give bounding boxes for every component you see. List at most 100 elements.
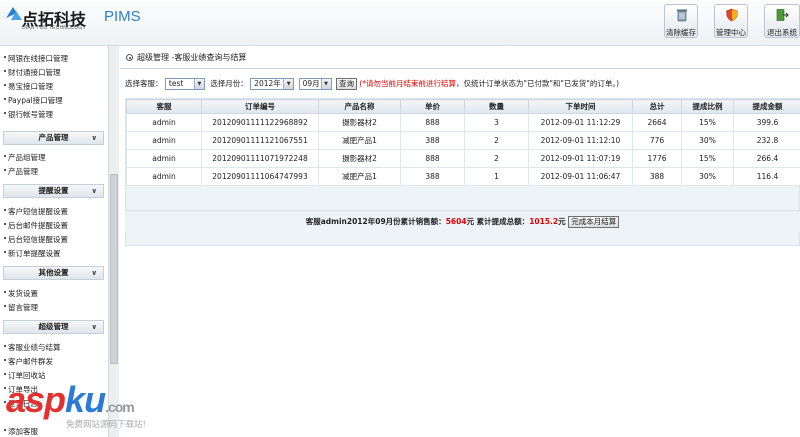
year-select[interactable]: 2012年 ▼ — [250, 78, 295, 90]
cell-rate: 15% — [681, 113, 734, 132]
page-title: 超级管理 -客服业绩查询与结算 — [126, 50, 800, 66]
cell-price: 888 — [400, 113, 465, 132]
total-sales-value: 5604 — [445, 217, 467, 226]
sidebar-scrollbar[interactable] — [108, 46, 119, 437]
col-product: 产品名称 — [318, 99, 401, 114]
cell-order-no: 20120901111121067551 — [201, 131, 319, 150]
orders-table: 客服 订单编号 产品名称 单价 数量 下单时间 总计 提成比例 提成金额 adm… — [126, 99, 800, 186]
logout-button[interactable]: 退出系统 — [764, 4, 800, 38]
sidebar-item-admin-email[interactable]: 后台邮件提醒设置 — [4, 220, 68, 231]
sidebar-item-mass-email[interactable]: 客户邮件群发 — [4, 356, 53, 367]
divider — [120, 68, 800, 69]
table-row: admin 20120901111064747993 减肥产品1 388 1 2… — [126, 167, 800, 186]
cell-product: 摄影器材2 — [318, 149, 401, 168]
summary-prefix: 客服admin2012年09月份累计销售额： — [305, 217, 446, 226]
cell-commission: 266.4 — [733, 149, 800, 168]
sidebar-section-title: 其他设置 — [38, 268, 69, 277]
col-price: 单价 — [400, 99, 465, 114]
table-header-row: 客服 订单编号 产品名称 单价 数量 下单时间 总计 提成比例 提成金额 — [126, 99, 800, 114]
sidebar-section-other[interactable]: 其他设置 ∨ — [3, 266, 104, 280]
cell-total: 388 — [632, 167, 682, 186]
exit-icon — [776, 9, 789, 21]
filter-bar: 选择客服： test ▼ 选择月份： 2012年 ▼ 09月 ▼ 查询 (*请勿当前月… — [125, 77, 619, 91]
settle-note-text: ，仅统计订单状态为"已付款"和"已发货"的订单。) — [456, 79, 620, 88]
sidebar-item-messages[interactable]: 留言管理 — [4, 302, 38, 313]
chevron-down-icon: ∨ — [91, 134, 97, 142]
cell-qty: 1 — [464, 167, 529, 186]
logo-text-en: DIAN TUO TECHNOLOGY — [22, 25, 86, 31]
watermark: aspku.com 免费网站源码下载站! — [6, 380, 176, 437]
agent-select-value: test — [168, 79, 184, 88]
cell-commission: 116.4 — [733, 167, 800, 186]
sidebar-item-paypal[interactable]: Paypal接口管理 — [4, 95, 63, 106]
clear-cache-button[interactable]: 清除缓存 — [664, 4, 698, 38]
chevron-down-icon: ∨ — [91, 323, 97, 331]
year-select-value: 2012年 — [254, 79, 281, 88]
table-row: admin 20120901111121067551 减肥产品1 388 2 2… — [126, 131, 800, 150]
cell-product: 减肥产品1 — [318, 131, 401, 150]
sidebar-item-admin-sms[interactable]: 后台短信提醒设置 — [4, 234, 68, 245]
top-header: 点拓科技 PIMS DIAN TUO TECHNOLOGY 清除缓存 管理中心 … — [0, 0, 800, 46]
sidebar-item-shipping[interactable]: 发货设置 — [4, 288, 38, 299]
watermark-subtitle: 免费网站源码下载站! — [66, 420, 146, 430]
sidebar-section-title: 提醒设置 — [38, 186, 69, 195]
cell-agent: admin — [126, 149, 202, 168]
cell-agent: admin — [126, 131, 202, 150]
logo-text-pims: PIMS — [104, 8, 141, 25]
radio-bullet-icon — [126, 54, 133, 61]
cell-price: 388 — [400, 167, 465, 186]
cell-price: 888 — [400, 149, 465, 168]
settlement-summary: 客服admin2012年09月份累计销售额：5604元 累计提成总额：1015.… — [125, 210, 800, 232]
sidebar-item-products[interactable]: 产品管理 — [4, 166, 38, 177]
sidebar-item-product-groups[interactable]: 产品组管理 — [4, 152, 46, 163]
sidebar-item-customer-sms[interactable]: 客户短信提醒设置 — [4, 206, 68, 217]
agent-select[interactable]: test ▼ — [164, 78, 205, 90]
col-order-time: 下单时间 — [528, 99, 633, 114]
sidebar-section-title: 产品管理 — [38, 133, 69, 142]
cell-qty: 2 — [464, 149, 529, 168]
settle-warning-text: (*请勿当前月结束前进行结算 — [359, 79, 457, 88]
trash-icon — [677, 9, 687, 22]
manage-center-button[interactable]: 管理中心 — [714, 4, 748, 38]
main-panel: 超级管理 -客服业绩查询与结算 选择客服： test ▼ 选择月份： 2012年 ▼… — [120, 46, 800, 437]
sidebar-item-yeepay[interactable]: 易宝接口管理 — [4, 81, 53, 92]
sidebar-item-bank-account[interactable]: 银行帐号管理 — [4, 109, 53, 120]
cell-order-time: 2012-09-01 11:12:29 — [528, 113, 633, 132]
month-select-value: 09月 — [302, 79, 320, 88]
sidebar-section-products[interactable]: 产品管理 ∨ — [3, 131, 104, 145]
month-select[interactable]: 09月 ▼ — [298, 78, 332, 90]
agent-label: 选择客服： — [125, 79, 163, 88]
scrollbar-thumb[interactable] — [110, 174, 118, 364]
cell-total: 776 — [632, 131, 682, 150]
cell-product: 摄影器材2 — [318, 113, 401, 132]
sidebar-section-reminders[interactable]: 提醒设置 ∨ — [3, 184, 104, 198]
summary-mid: 元 累计提成总额： — [466, 217, 530, 226]
page-title-text: 超级管理 -客服业绩查询与结算 — [137, 53, 247, 62]
chevron-down-icon: ▼ — [320, 79, 331, 89]
query-button[interactable]: 查询 — [335, 78, 357, 90]
manage-center-label: 管理中心 — [716, 28, 746, 37]
total-commission-value: 1015.2 — [529, 217, 559, 226]
chevron-down-icon: ▼ — [283, 79, 294, 89]
col-qty: 数量 — [464, 99, 529, 114]
cell-order-no: 20120901111064747993 — [201, 167, 319, 186]
cell-qty: 2 — [464, 131, 529, 150]
logout-label: 退出系统 — [767, 28, 797, 37]
sidebar-item-chinabank[interactable]: 网银在线接口管理 — [4, 53, 68, 64]
sidebar-item-agent-performance[interactable]: 客服业绩与结算 — [4, 342, 61, 353]
col-agent: 客服 — [126, 99, 202, 114]
sidebar-item-new-order-alert[interactable]: 新订单提醒设置 — [4, 248, 61, 259]
settle-month-button[interactable]: 完成本月结算 — [568, 216, 620, 228]
logo-mark-icon — [6, 7, 22, 20]
cell-commission: 232.8 — [733, 131, 800, 150]
shield-icon — [726, 8, 738, 22]
cell-total: 2664 — [632, 113, 682, 132]
col-total: 总计 — [632, 99, 682, 114]
cell-order-time: 2012-09-01 11:07:19 — [528, 149, 633, 168]
sidebar-section-title: 超级管理 — [38, 322, 69, 331]
cell-order-time: 2012-09-01 11:06:47 — [528, 167, 633, 186]
cell-rate: 30% — [681, 131, 734, 150]
cell-product: 减肥产品1 — [318, 167, 401, 186]
sidebar-section-super-admin[interactable]: 超级管理 ∨ — [3, 320, 104, 334]
sidebar-item-tenpay[interactable]: 财付通接口管理 — [4, 67, 61, 78]
